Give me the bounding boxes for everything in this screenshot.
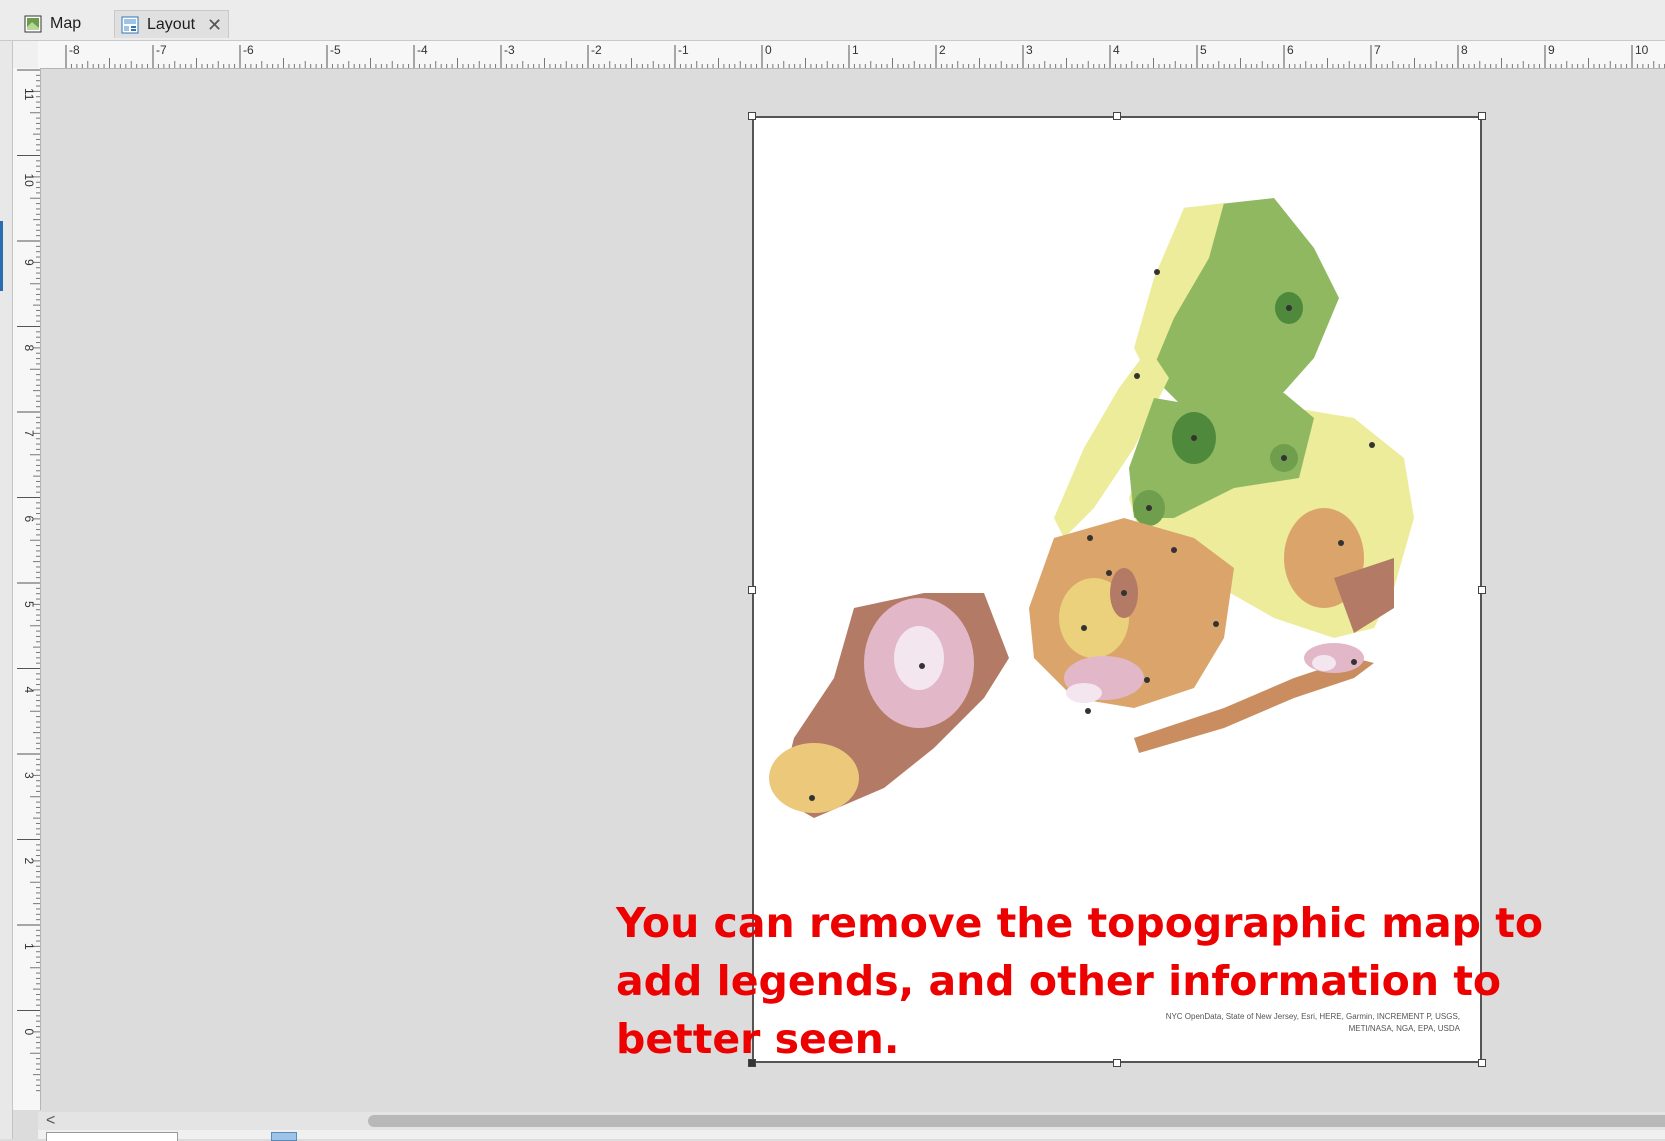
ruler-label: 2 [22,858,36,865]
map-staten-island [769,593,1009,818]
tab-layout[interactable]: Layout ✕ [114,10,230,38]
ruler-label: 5 [22,601,36,608]
ruler-corner [13,41,39,69]
status-button[interactable] [271,1132,297,1141]
ruler-label: 1 [852,43,859,57]
ruler-label: 11 [22,88,36,101]
ruler-label: 1 [22,943,36,950]
ruler-label: -4 [417,43,428,57]
ruler-label: -5 [330,43,341,57]
map-brooklyn [1029,518,1234,708]
status-bar [38,1130,1665,1141]
scroll-left-icon[interactable]: < [46,1112,55,1130]
ruler-label: -2 [591,43,602,57]
annotation-text: You can remove the topographic map to ad… [616,899,1544,1063]
ruler-label: 5 [1200,43,1207,57]
ruler-label: 10 [1635,43,1649,57]
dock-indicator [0,221,3,291]
selection-handle-middle-right[interactable] [1478,586,1486,594]
ruler-label: 6 [22,516,36,523]
tab-label: Layout [147,15,196,33]
map-icon [24,15,42,33]
ruler-label: -8 [69,43,80,57]
ruler-label: 0 [765,43,772,57]
ruler-label: 2 [939,43,946,57]
ruler-label: -3 [504,43,515,57]
vertical-ruler-ticks: 11109876543210 [17,69,40,1092]
layout-icon [121,16,139,34]
tab-label: Map [50,15,82,32]
ruler-label: 3 [22,772,36,779]
ruler-label: 6 [1287,43,1294,57]
ruler-label: 4 [22,687,36,694]
ruler-label: 10 [22,174,36,188]
close-icon[interactable]: ✕ [207,16,222,34]
selection-handle-top-center[interactable] [1113,112,1121,120]
ruler-label: 7 [22,430,36,437]
ruler-label: 7 [1374,43,1381,57]
ruler-label: -7 [156,43,167,57]
ruler-label: 4 [1113,43,1120,57]
horizontal-ruler: -8 -7 -6 -5 -4 -3 -2 -1 0 1 2 3 4 5 6 7 8 9 10 [38,41,1665,69]
selection-handle-top-left[interactable] [748,112,756,120]
ruler-label: -6 [243,43,254,57]
ruler-label: 0 [22,1029,36,1036]
horizontal-ruler-ticks: -8 -7 -6 -5 -4 -3 -2 -1 0 1 2 3 4 5 6 7 8 9 10 [65,43,1665,68]
ruler-label: 8 [1461,43,1468,57]
left-dock-edge [0,41,13,1139]
ruler-label: -1 [678,43,689,57]
scale-field[interactable] [46,1132,178,1141]
document-tab-bar: Map Layout ✕ [0,0,1665,41]
selection-handle-middle-left[interactable] [748,586,756,594]
map-bronx-upper-manhattan [1134,198,1339,428]
tab-map[interactable]: Map [18,10,87,38]
horizontal-scrollbar[interactable]: < [38,1112,1665,1130]
ruler-label: 8 [22,345,36,352]
selection-handle-top-right[interactable] [1478,112,1486,120]
ruler-label: 9 [22,259,36,266]
ruler-label: 9 [1548,43,1555,57]
ruler-label: 3 [1026,43,1033,57]
scroll-thumb[interactable] [368,1115,1665,1127]
vertical-ruler: 11 10 9 8 7 6 5 4 3 2 1 0 [13,68,41,1110]
